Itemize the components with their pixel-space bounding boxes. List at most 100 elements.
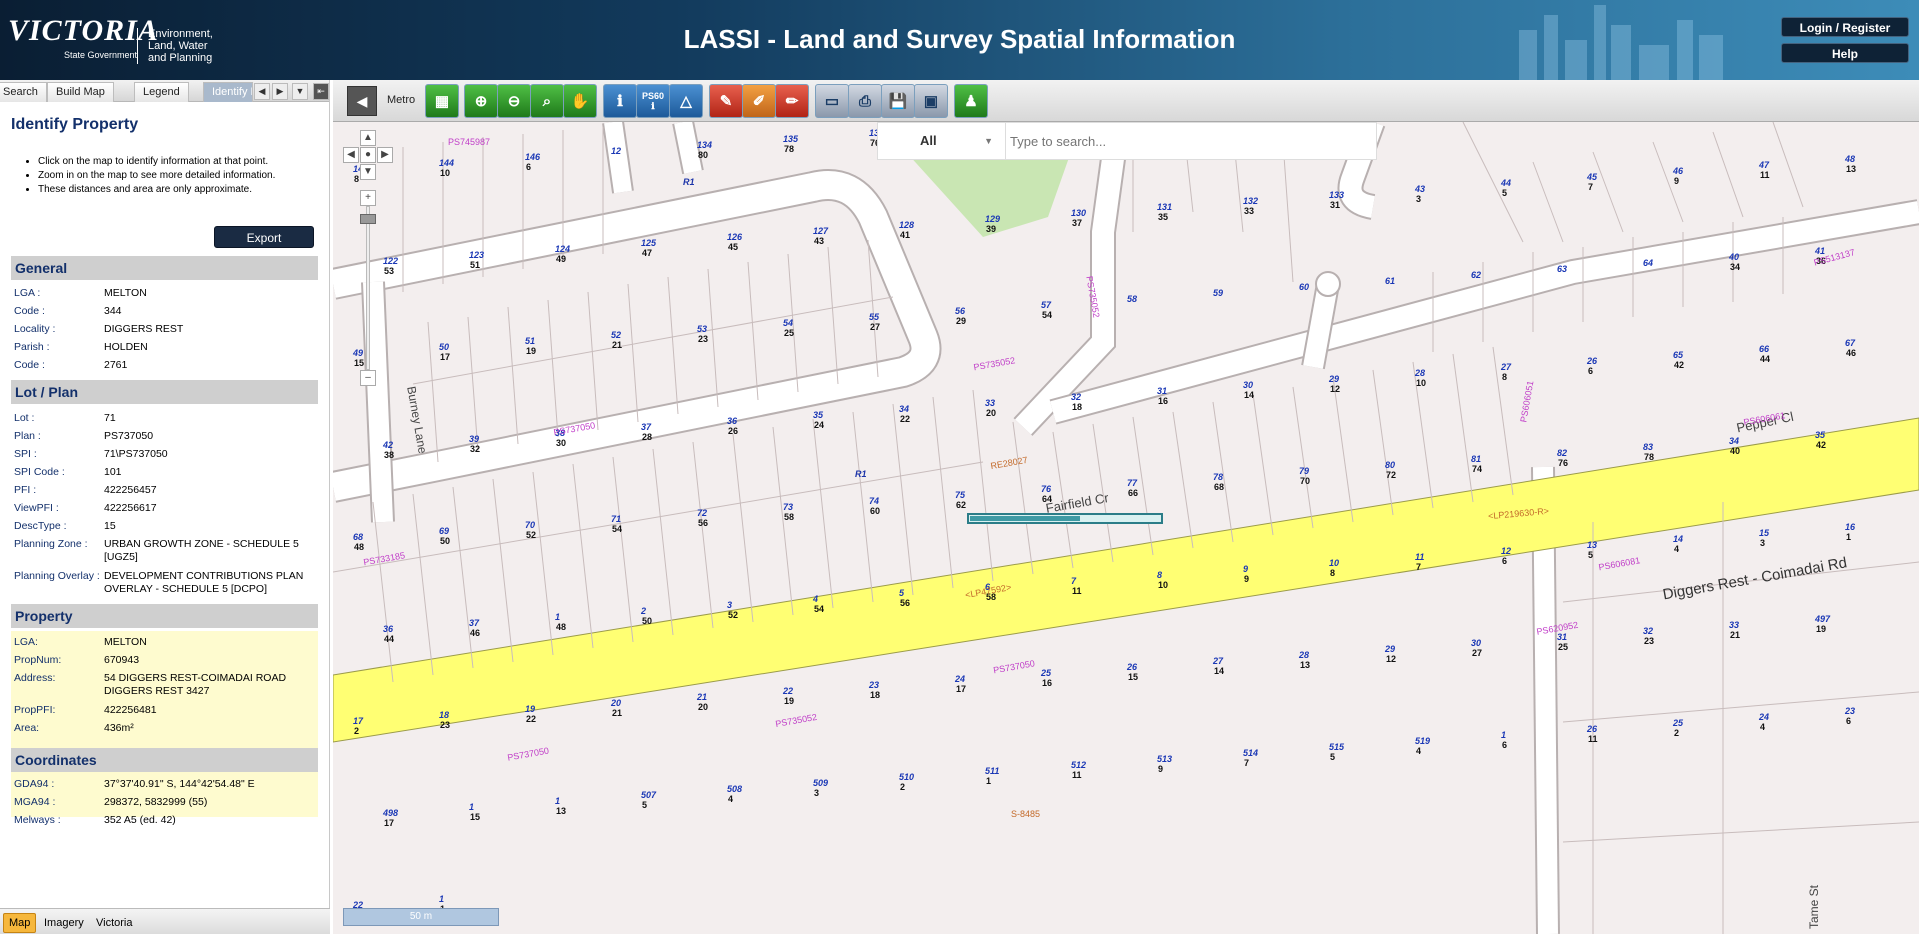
street-number-label: 80 [698,150,708,160]
lot-number-label: 58 [1127,294,1137,304]
lot-number-label: 123 [469,250,484,260]
print-icon[interactable]: ⎙ [848,84,882,118]
lot-number-label: 126 [727,232,743,242]
identify-polygon-icon[interactable]: △ [669,84,703,118]
street-number-label: 23 [1644,636,1654,646]
export-button[interactable]: Export [214,226,314,248]
instruction-item: These distances and area are only approx… [38,183,275,197]
lot-number-label: 1 [555,796,560,806]
lot-number-label: 37 [641,422,652,432]
street-number-label: 7 [1588,182,1593,192]
field-value: 71 [104,412,116,424]
pan-down-icon[interactable]: ▼ [360,164,376,180]
field-value: HOLDEN [104,341,148,353]
lot-number-label: 24 [1758,712,1769,722]
tab-build-map[interactable]: Build Map [47,82,114,102]
street-number-label: 56 [900,598,910,608]
eraser-icon[interactable]: ▭ [815,84,849,118]
zoom-plus-icon[interactable]: + [360,190,376,206]
zoom-in-icon[interactable]: ⊕ [464,84,498,118]
street-number-label: 3 [1416,194,1421,204]
help-button[interactable]: Help [1781,43,1909,63]
zoom-out-icon[interactable]: ⊖ [497,84,531,118]
search-input[interactable] [1010,129,1370,153]
street-number-label: 34 [1730,262,1740,272]
lot-number-label: 28 [1414,368,1425,378]
pan-left-icon[interactable]: ◀ [343,147,359,163]
street-number-label: 8 [1330,568,1335,578]
lot-number-label: 1 [469,802,474,812]
tab-scroll-right-icon[interactable]: ▶ [272,83,288,100]
lot-number-label: 45 [1586,172,1598,182]
lot-number-label: 59 [1213,288,1223,298]
search-scope-select[interactable]: All ▼ [878,123,1006,159]
tab-identify-property[interactable]: Identify P [203,82,253,102]
lot-number-label: 19 [525,704,535,714]
ps60-identify-icon[interactable]: PS60 ℹ [636,84,670,118]
lot-number-label: 20 [610,698,621,708]
street-number-label: 12 [1330,384,1340,394]
field-value: 422256481 [104,704,157,716]
lot-number-label: 31 [1557,632,1567,642]
panel-dock-icon[interactable]: ⇤ [313,83,329,100]
street-number-label: 21 [612,708,622,718]
measure-icon[interactable]: ✎ [709,84,743,118]
plan-label: PS735052 [775,712,818,729]
lot-number-label: 14 [1673,534,1683,544]
lot-number-label: 68 [353,532,363,542]
street-number-label: 33 [1244,206,1254,216]
zoom-slider-track[interactable] [366,206,370,370]
lot-number-label: 132 [1243,196,1258,206]
basemap-tab-victoria[interactable]: Victoria [90,913,138,933]
street-number-label: 22 [526,714,536,724]
street-number-label: 11 [1072,586,1082,596]
lot-number-label: 498 [382,808,398,818]
basemap-tab-imagery[interactable]: Imagery [38,913,90,933]
street-number-label: 30 [556,438,566,448]
tab-scroll-left-icon[interactable]: ◀ [254,83,270,100]
draw-icon[interactable]: ✐ [742,84,776,118]
lot-number-label: 43 [1414,184,1425,194]
pan-up-icon[interactable]: ▲ [360,130,376,146]
map-search-box: All ▼ [877,122,1377,160]
lot-number-label: 79 [1299,466,1309,476]
street-number-label: 6 [1502,556,1507,566]
lot-number-label: 39 [469,434,479,444]
zoom-box-icon[interactable]: ⌕ [530,84,564,118]
tab-legend[interactable]: Legend [134,82,189,102]
tab-menu-icon[interactable]: ▼ [292,83,308,100]
identify-icon[interactable]: ℹ [603,84,637,118]
lot-number-label: 23 [1844,706,1855,716]
field-value: 15 [104,520,116,532]
collapse-panel-icon[interactable]: ◀ [347,86,377,116]
zoom-slider-handle[interactable] [360,214,376,224]
pan-center-icon[interactable]: ● [360,147,376,163]
tab-search[interactable]: Search [0,82,47,102]
zoom-minus-icon[interactable]: – [360,370,376,386]
street-view-icon[interactable]: ♟ [954,84,988,118]
full-extent-icon[interactable]: ▦ [425,84,459,118]
road-reserve-label: R1 [855,469,867,479]
field-label: Melways : [14,814,61,826]
lot-number-label: 56 [955,306,966,316]
street-number-label: 35 [1158,212,1168,222]
login-register-button[interactable]: Login / Register [1781,17,1909,37]
lot-number-label: 62 [1471,270,1481,280]
pan-hand-icon[interactable]: ✋ [563,84,597,118]
street-number-label: 8 [1502,372,1507,382]
map-canvas[interactable]: 1458144101466121348013578136761225312351… [333,122,1919,934]
field-value: 344 [104,305,122,317]
map-graphics[interactable]: 1458144101466121348013578136761225312351… [333,122,1919,934]
save-icon[interactable]: 💾 [881,84,915,118]
save-info-icon[interactable]: ▣ [914,84,948,118]
basemap-tab-map[interactable]: Map [3,913,37,933]
street-number-label: 18 [1072,402,1082,412]
lot-number-label: 16 [1845,522,1856,532]
markup-icon[interactable]: ✏ [775,84,809,118]
lot-number-label: 144 [439,158,454,168]
lot-number-label: 512 [1071,760,1086,770]
pan-right-icon[interactable]: ▶ [377,147,393,163]
street-number-label: 28 [642,432,652,442]
street-number-label: 10 [440,168,450,178]
lot-number-label: 1 [555,612,560,622]
